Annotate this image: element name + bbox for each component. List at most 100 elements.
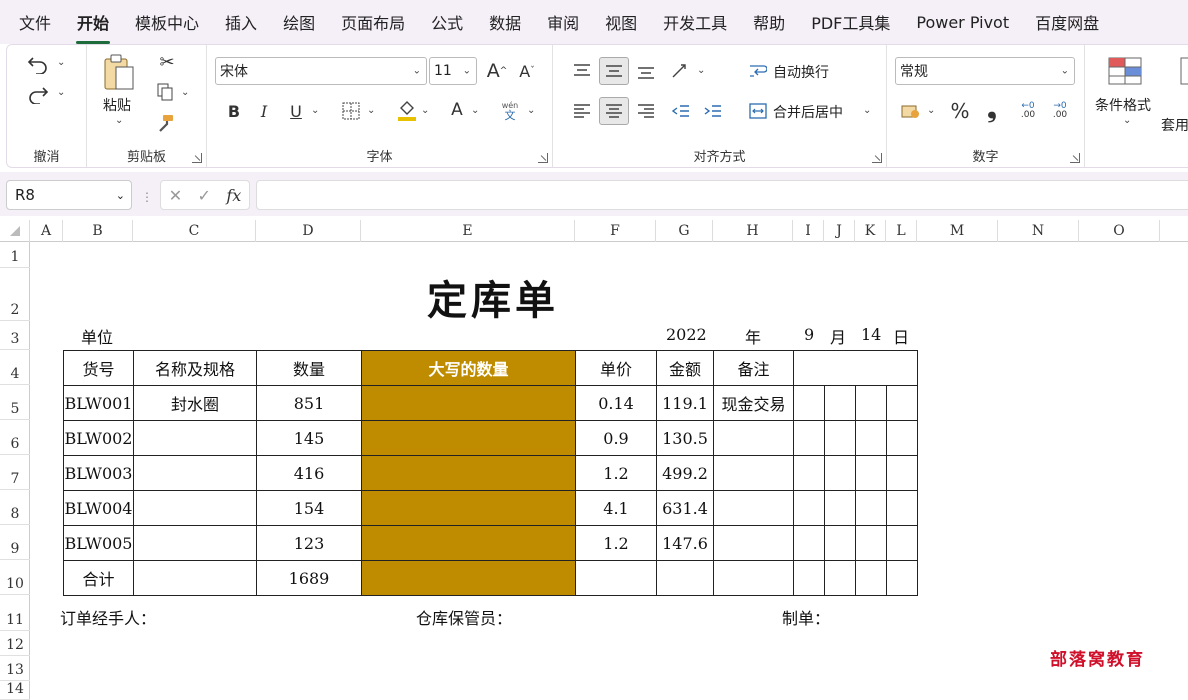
format-as-table-icon[interactable]	[1179, 55, 1188, 87]
align-center-icon[interactable]	[599, 97, 629, 125]
menu-pdf-tools[interactable]: PDF工具集	[798, 10, 903, 34]
header-cell[interactable]	[793, 350, 918, 386]
row-header[interactable]: 13	[0, 656, 30, 681]
price-cell[interactable]: 0.14	[575, 385, 657, 421]
menu-home[interactable]: 开始	[64, 10, 122, 44]
menu-data[interactable]: 数据	[476, 10, 534, 34]
merge-dropdown-icon[interactable]: ⌄	[863, 105, 871, 116]
conditional-formatting-label[interactable]: 条件格式	[1095, 95, 1151, 115]
header-cell[interactable]: 大写的数量	[361, 350, 576, 386]
code-cell[interactable]: BLW005	[63, 525, 134, 561]
cancel-icon[interactable]: ✕	[169, 186, 182, 205]
column-header[interactable]: I	[793, 220, 824, 242]
underline-dropdown-icon[interactable]: ⌄	[311, 105, 319, 116]
enter-icon[interactable]: ✓	[198, 186, 211, 205]
decrease-indent-icon[interactable]	[667, 97, 695, 125]
price-cell[interactable]: 0.9	[575, 420, 657, 456]
column-header[interactable]: N	[998, 220, 1079, 242]
blank-cell[interactable]	[886, 525, 918, 561]
column-header[interactable]: M	[917, 220, 998, 242]
fill-color-icon[interactable]	[395, 97, 419, 123]
row-header[interactable]: 2	[0, 268, 30, 321]
formula-bar-handle-icon[interactable]: ⋮	[141, 190, 153, 204]
border-icon[interactable]	[339, 99, 363, 123]
blank-cell[interactable]	[855, 490, 887, 526]
format-as-table-label[interactable]: 套用表格	[1161, 115, 1188, 135]
underline-button[interactable]: U	[285, 99, 307, 123]
row-header[interactable]: 12	[0, 631, 30, 656]
price-cell[interactable]: 1.2	[575, 525, 657, 561]
price-cell[interactable]: 1.2	[575, 455, 657, 491]
align-top-icon[interactable]	[567, 57, 597, 85]
column-header[interactable]: D	[256, 220, 361, 242]
blank-cell[interactable]	[855, 385, 887, 421]
header-cell[interactable]: 金额	[656, 350, 714, 386]
note-cell[interactable]	[713, 420, 794, 456]
note-cell[interactable]: 现金交易	[713, 385, 794, 421]
blank-cell[interactable]	[886, 420, 918, 456]
redo-icon[interactable]	[21, 81, 55, 107]
row-header[interactable]: 9	[0, 525, 30, 560]
column-header[interactable]: A	[30, 220, 63, 242]
merge-center-icon[interactable]	[747, 99, 769, 123]
menu-file[interactable]: 文件	[6, 10, 64, 34]
price-cell[interactable]: 4.1	[575, 490, 657, 526]
paste-icon[interactable]	[101, 51, 137, 95]
blank-cell[interactable]	[855, 420, 887, 456]
year-label[interactable]: 年	[745, 324, 761, 348]
header-cell[interactable]: 名称及规格	[133, 350, 257, 386]
blank-cell[interactable]	[824, 560, 856, 596]
day-label[interactable]: 日	[893, 324, 909, 348]
handler-label[interactable]: 订单经手人：	[60, 605, 156, 629]
font-color-icon[interactable]: A	[445, 97, 469, 123]
month-value[interactable]: 9	[804, 325, 814, 344]
menu-baidu-disk[interactable]: 百度网盘	[1022, 10, 1112, 34]
conditional-formatting-icon[interactable]	[1105, 55, 1145, 87]
column-header[interactable]: G	[656, 220, 713, 242]
row-header[interactable]: 14	[0, 681, 30, 700]
column-header[interactable]: E	[361, 220, 575, 242]
header-cell[interactable]: 货号	[63, 350, 134, 386]
row-header[interactable]: 5	[0, 385, 30, 420]
qty-cell[interactable]: 123	[256, 525, 362, 561]
blank-cell[interactable]	[855, 560, 887, 596]
blank-cell[interactable]	[793, 420, 825, 456]
percent-icon[interactable]: %	[949, 99, 971, 123]
blank-cell[interactable]	[575, 560, 657, 596]
font-color-dropdown-icon[interactable]: ⌄	[471, 105, 479, 116]
phonetic-icon[interactable]: wén 文	[497, 97, 523, 125]
merge-center-label[interactable]: 合并后居中	[773, 102, 843, 122]
redo-dropdown-icon[interactable]: ⌄	[57, 87, 65, 98]
wrap-text-icon[interactable]	[747, 59, 769, 83]
code-cell[interactable]: BLW001	[63, 385, 134, 421]
column-header[interactable]: O	[1079, 220, 1160, 242]
row-header[interactable]: 1	[0, 242, 30, 268]
amount-cell[interactable]: 499.2	[656, 455, 714, 491]
upper-qty-cell[interactable]	[361, 525, 576, 561]
blank-cell[interactable]	[824, 385, 856, 421]
font-launcher-icon[interactable]	[538, 153, 548, 163]
phonetic-dropdown-icon[interactable]: ⌄	[527, 105, 535, 116]
amount-cell[interactable]: 631.4	[656, 490, 714, 526]
menu-page-layout[interactable]: 页面布局	[328, 10, 418, 34]
menu-power-pivot[interactable]: Power Pivot	[903, 13, 1022, 32]
code-cell[interactable]: BLW002	[63, 420, 134, 456]
number-launcher-icon[interactable]	[1070, 153, 1080, 163]
blank-cell[interactable]	[886, 490, 918, 526]
keeper-label[interactable]: 仓库保管员：	[416, 605, 512, 629]
increase-indent-icon[interactable]	[699, 97, 727, 125]
upper-qty-cell[interactable]	[361, 420, 576, 456]
header-cell[interactable]: 单价	[575, 350, 657, 386]
blank-cell[interactable]	[886, 455, 918, 491]
total-qty-cell[interactable]: 1689	[256, 560, 362, 596]
name-cell[interactable]	[133, 490, 257, 526]
row-header[interactable]: 6	[0, 420, 30, 455]
blank-cell[interactable]	[824, 455, 856, 491]
grow-font-icon[interactable]: A ^	[485, 59, 509, 83]
cut-icon[interactable]: ✂	[155, 51, 179, 73]
sheet-title[interactable]: 定库单	[427, 268, 559, 326]
italic-button[interactable]: I	[253, 99, 275, 123]
blank-cell[interactable]	[793, 490, 825, 526]
blank-cell[interactable]	[855, 455, 887, 491]
conditional-formatting-dropdown-icon[interactable]: ⌄	[1123, 115, 1131, 126]
